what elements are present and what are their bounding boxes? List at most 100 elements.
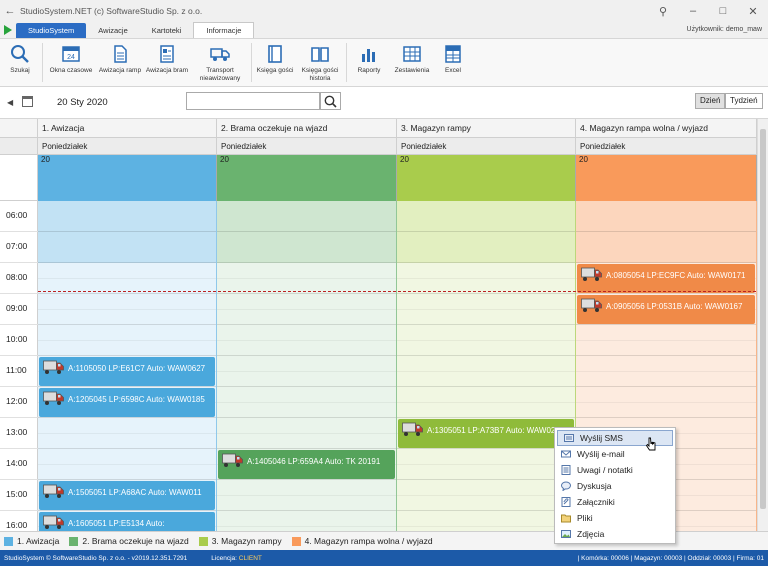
- time-slot[interactable]: [397, 201, 575, 232]
- all-day-cell[interactable]: 20: [38, 155, 217, 201]
- chat-icon: [561, 481, 571, 491]
- time-slot[interactable]: [576, 201, 756, 232]
- search-button[interactable]: [320, 92, 341, 110]
- time-slot[interactable]: [217, 325, 396, 356]
- time-slot[interactable]: [38, 325, 216, 356]
- document-icon: [110, 45, 130, 63]
- bar-chart-icon: [359, 45, 379, 63]
- all-day-cell[interactable]: 20: [576, 155, 757, 201]
- minimize-button[interactable]: –: [678, 5, 708, 17]
- time-slot[interactable]: [38, 232, 216, 263]
- time-slot[interactable]: [217, 356, 396, 387]
- time-slot[interactable]: [217, 511, 396, 531]
- ribbon-button-gate-document[interactable]: Awizacja bram: [143, 39, 191, 86]
- legend-swatch: [198, 536, 208, 546]
- all-day-cell[interactable]: 20: [217, 155, 397, 201]
- time-slot[interactable]: [576, 325, 756, 356]
- appointment-text: A:1105050 LP:E61C7 Auto: WAW0627: [68, 364, 206, 373]
- time-slot[interactable]: [38, 263, 216, 294]
- time-slot[interactable]: [397, 449, 575, 480]
- appointment-card[interactable]: A:1105050 LP:E61C7 Auto: WAW0627: [39, 357, 215, 386]
- time-gutter: 06:00 07:00 08:00 09:00 10:00 11:00 12:00 13:00…: [0, 201, 38, 531]
- context-menu-label: Wyślij e-mail: [577, 449, 625, 459]
- time-slot[interactable]: [38, 201, 216, 232]
- ribbon-button-table[interactable]: Zestawienia: [389, 39, 435, 86]
- time-slot[interactable]: [397, 294, 575, 325]
- time-slot[interactable]: [576, 387, 756, 418]
- time-label: 15:00: [6, 489, 28, 499]
- prev-next-icon[interactable]: ◀: [7, 98, 13, 107]
- time-slot[interactable]: [38, 294, 216, 325]
- time-slot[interactable]: [38, 418, 216, 449]
- context-menu-item[interactable]: Załączniki: [555, 494, 675, 510]
- appointment-card[interactable]: A:1505051 LP:A68AC Auto: WAW011: [39, 481, 215, 510]
- calendar-picker-icon[interactable]: [22, 96, 33, 107]
- context-menu-item[interactable]: Wyślij e-mail: [555, 446, 675, 462]
- time-slot[interactable]: [38, 449, 216, 480]
- ribbon-button-label: Awizacja bram: [145, 67, 189, 74]
- ribbon-button-book[interactable]: Księga gości: [254, 39, 296, 86]
- appointment-card[interactable]: A:1605051 LP:E5134 Auto:: [39, 512, 215, 531]
- search-icon: [324, 95, 337, 108]
- time-slot[interactable]: [397, 511, 575, 531]
- column-header: 2. Brama oczekuje na wjazd: [217, 119, 397, 138]
- tab-informacje[interactable]: Informacje: [193, 22, 255, 38]
- appointment-card[interactable]: A:1405046 LP:659A4 Auto: TK 20191: [218, 450, 395, 479]
- context-menu-item[interactable]: Pliki: [555, 510, 675, 526]
- search-input[interactable]: [186, 92, 320, 110]
- time-slot[interactable]: [576, 232, 756, 263]
- ribbon-button-calendar[interactable]: 24 Okna czasowe: [45, 39, 97, 86]
- tab-kartoteki[interactable]: Kartoteki: [140, 23, 194, 38]
- time-slot[interactable]: [217, 201, 396, 232]
- ribbon-button-excel[interactable]: Excel: [435, 39, 471, 86]
- appointment-card[interactable]: A:1305051 LP:A73B7 Auto: WAW0223: [398, 419, 574, 448]
- maximize-button[interactable]: □: [708, 5, 738, 17]
- gate-document-icon: [157, 45, 177, 63]
- ribbon-button-bar-chart[interactable]: Raporty: [349, 39, 389, 86]
- ribbon-button-search[interactable]: Szukaj: [0, 39, 40, 86]
- appointment-card[interactable]: A:0805054 LP:EC9FC Auto: WAW0171: [577, 264, 755, 293]
- column-header: 1. Awizacja: [38, 119, 217, 138]
- schedule-column: [217, 201, 397, 531]
- time-slot[interactable]: [217, 418, 396, 449]
- play-icon[interactable]: [0, 22, 16, 38]
- notes-icon: [561, 465, 571, 475]
- all-day-cell[interactable]: 20: [397, 155, 576, 201]
- time-slot[interactable]: [217, 480, 396, 511]
- ribbon-button-truck[interactable]: Transport nieawizowany: [191, 39, 249, 86]
- appointment-text: A:1305051 LP:A73B7 Auto: WAW0223: [427, 426, 565, 435]
- vertical-scrollbar[interactable]: [757, 119, 768, 531]
- time-slot[interactable]: [397, 387, 575, 418]
- close-button[interactable]: ✕: [738, 5, 768, 18]
- time-slot[interactable]: [217, 263, 396, 294]
- time-slot[interactable]: [397, 232, 575, 263]
- appointment-card[interactable]: A:0905056 LP:0531B Auto: WAW0167: [577, 295, 755, 324]
- time-slot[interactable]: [397, 325, 575, 356]
- time-slot[interactable]: [576, 356, 756, 387]
- current-date: 20 Sty 2020: [57, 97, 108, 108]
- time-slot[interactable]: [397, 480, 575, 511]
- time-row-divider: [0, 355, 38, 356]
- appointment-card[interactable]: A:1205045 LP:6598C Auto: WAW0185: [39, 388, 215, 417]
- view-week-button[interactable]: Tydzień: [725, 93, 763, 109]
- time-label: 07:00: [6, 241, 28, 251]
- tab-awizacje[interactable]: Awizacje: [86, 23, 139, 38]
- time-slot[interactable]: [217, 232, 396, 263]
- back-arrow-icon[interactable]: ←: [0, 5, 20, 17]
- time-slot[interactable]: [397, 263, 575, 294]
- time-label: 10:00: [6, 334, 28, 344]
- time-row-divider: [0, 386, 38, 387]
- time-slot[interactable]: [217, 387, 396, 418]
- view-day-button[interactable]: Dzień: [695, 93, 726, 109]
- brand-tab[interactable]: StudioSystem: [16, 23, 87, 38]
- time-label: 11:00: [6, 365, 27, 375]
- ribbon-button-book-history[interactable]: Księga gości historia: [296, 39, 344, 86]
- svg-text:24: 24: [67, 54, 75, 61]
- key-icon[interactable]: ⚲: [648, 5, 678, 18]
- ribbon-button-document[interactable]: Awizacja ramp: [97, 39, 143, 86]
- context-menu-item[interactable]: Uwagi / notatki: [555, 462, 675, 478]
- context-menu-item[interactable]: Dyskusja: [555, 478, 675, 494]
- time-slot[interactable]: [217, 294, 396, 325]
- time-slot[interactable]: [397, 356, 575, 387]
- context-menu-item[interactable]: Zdjęcia: [555, 526, 675, 542]
